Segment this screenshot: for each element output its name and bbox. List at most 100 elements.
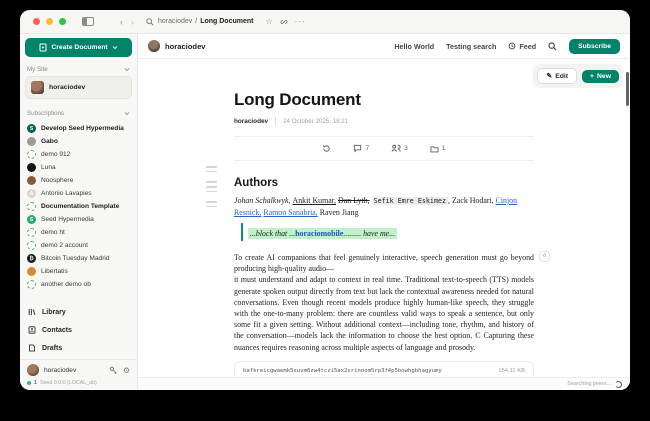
paragraph-text: To create AI companions that feel genuin… <box>234 253 534 273</box>
site-avatar-icon: ₿ <box>27 254 36 263</box>
byline: horaciodev 24 October 2025, 18:21 <box>234 117 534 126</box>
sidebar-item-develop-seed-hypermedia[interactable]: S Develop Seed Hypermedia <box>25 122 132 135</box>
sidebar-item-seed-hypermedia[interactable]: S Seed Hypermedia <box>25 213 132 226</box>
sidebar-item-demo-912[interactable]: demo 912 <box>25 148 132 161</box>
sidebar-item-demo-ht[interactable]: demo ht <box>25 226 132 239</box>
site-avatar-icon <box>27 267 36 276</box>
directory-count: 1 <box>442 145 446 152</box>
site-identity[interactable]: horaciodev <box>148 40 206 52</box>
sidebar-item-contacts[interactable]: Contacts <box>25 321 132 339</box>
author-dan: Dan Lyth, <box>338 196 370 205</box>
sidebar-item-another-demo-ob[interactable]: another demo ob <box>25 278 132 291</box>
site-avatar-icon <box>27 176 36 185</box>
author-sefik: Sefik Emre Eskimez <box>372 197 448 205</box>
sidebar-item-library[interactable]: Library <box>25 303 132 321</box>
subscriptions-label: Subscriptions <box>27 110 64 117</box>
edit-button[interactable]: ✎ Edit <box>537 68 577 84</box>
sidebar-item-my-site[interactable]: horaciodev <box>25 76 132 99</box>
list-item-label: Gabo <box>41 138 58 145</box>
copy-link-icon[interactable] <box>280 18 288 26</box>
peer-count: 1 <box>34 380 37 386</box>
back-button[interactable]: ‹ <box>120 17 123 27</box>
search-icon[interactable] <box>548 42 557 51</box>
forward-button[interactable]: › <box>131 17 134 27</box>
breadcrumb-site[interactable]: horaciodev <box>158 18 192 25</box>
sidebar-toggle-icon[interactable] <box>82 17 94 26</box>
author-johan: Johan Schalkwyk, <box>234 196 293 205</box>
sidebar-item-bitcoin-tuesday-madrid[interactable]: ₿ Bitcoin Tuesday Madrid <box>25 252 132 265</box>
zoom-window-button[interactable] <box>59 18 66 25</box>
sidebar-item-noosphere[interactable]: Noosphere <box>25 174 132 187</box>
sidebar-item-demo-2-account[interactable]: demo 2 account <box>25 239 132 252</box>
my-site-label: My Site <box>27 66 48 73</box>
breadcrumb: horaciodev / Long Document <box>158 18 253 25</box>
nav-link-testing-search[interactable]: Testing search <box>446 42 496 51</box>
sidebar-item-libertatis[interactable]: Libertatis <box>25 265 132 278</box>
subscriptions-section[interactable]: Subscriptions <box>27 110 130 117</box>
quote-text: have me... <box>361 229 395 238</box>
feed-icon <box>508 42 516 50</box>
my-site-section[interactable]: My Site <box>27 66 130 73</box>
nav-link-feed[interactable]: Feed <box>508 42 536 51</box>
nav-link-hello-world[interactable]: Hello World <box>394 42 434 51</box>
mention-link-horaciomobile[interactable]: horaciomobile <box>295 229 343 238</box>
document-meta-row: 7 3 1 <box>234 136 534 161</box>
history-icon <box>322 144 331 153</box>
chevron-down-icon <box>124 67 130 72</box>
window-controls <box>33 18 66 25</box>
author-name[interactable]: horaciodev <box>234 118 268 125</box>
list-item-label: Develop Seed Hypermedia <box>41 125 124 132</box>
app-window: ‹ › horaciodev / Long Document ☆ ··· Cre… <box>20 10 630 390</box>
create-document-label: Create Document <box>51 44 107 51</box>
location-bar[interactable]: horaciodev / Long Document <box>146 18 253 26</box>
library-icon <box>28 308 36 316</box>
document-scroll-area[interactable]: ✎ Edit + New Long Document horaciodev <box>138 59 630 377</box>
new-button[interactable]: + New <box>582 70 619 83</box>
plus-icon: + <box>590 73 594 80</box>
sidebar-item-gabo[interactable]: Gabo <box>25 135 132 148</box>
site-name: horaciodev <box>165 42 206 51</box>
online-status-icon <box>27 381 31 385</box>
daemon-status: 1 Seed 0.0.0 (LOCAL_ab) <box>25 380 132 390</box>
divider <box>275 117 276 126</box>
close-window-button[interactable] <box>33 18 40 25</box>
main-panel: horaciodev Hello World Testing search Fe… <box>138 34 630 390</box>
comments-button[interactable]: 7 <box>353 144 369 153</box>
directory-button[interactable]: 1 <box>430 144 446 153</box>
favorite-star-icon[interactable]: ☆ <box>265 18 272 26</box>
author-ramon-link[interactable]: Ramon Sanabria, <box>263 208 317 217</box>
block-drag-handles[interactable] <box>206 166 217 207</box>
collaborators-button[interactable]: 3 <box>391 144 408 153</box>
sidebar-item-drafts[interactable]: Drafts <box>25 339 132 357</box>
account-footer[interactable]: horaciodev ⚙ <box>20 359 137 380</box>
site-avatar-icon <box>27 241 36 250</box>
contacts-icon <box>28 326 36 334</box>
list-item-label: Noosphere <box>41 177 73 184</box>
site-avatar-icon: A <box>27 189 36 198</box>
version-history-button[interactable] <box>322 144 331 153</box>
breadcrumb-document[interactable]: Long Document <box>200 18 253 25</box>
minimize-window-button[interactable] <box>46 18 53 25</box>
gear-icon[interactable]: ⚙ <box>123 366 130 375</box>
subscribe-button[interactable]: Subscribe <box>569 39 620 54</box>
sidebar-item-luna[interactable]: Luna <box>25 161 132 174</box>
scrollbar-thumb[interactable] <box>626 72 629 106</box>
site-avatar-icon: S <box>27 124 36 133</box>
list-item-label: demo ht <box>41 229 65 236</box>
key-icon[interactable] <box>109 366 118 375</box>
avatar <box>27 364 39 376</box>
drafts-label: Drafts <box>42 345 62 352</box>
list-item-label: Seed Hypermedia <box>41 216 94 223</box>
more-options-icon[interactable]: ··· <box>295 17 306 26</box>
sidebar-item-documentation-template[interactable]: Documentation Template <box>25 200 132 213</box>
avatar <box>31 81 44 94</box>
create-document-button[interactable]: Create Document <box>25 38 132 57</box>
account-name: horaciodev <box>44 367 104 374</box>
comment-icon <box>353 144 362 153</box>
sidebar-item-antonio-lavapies[interactable]: A Antonio Lavapies <box>25 187 132 200</box>
comment-count-badge[interactable]: 6 <box>539 251 550 262</box>
site-avatar-icon <box>27 202 36 211</box>
drafts-icon <box>28 344 36 352</box>
site-header: horaciodev Hello World Testing search Fe… <box>138 34 630 59</box>
attachment-row[interactable]: bafkreicgwaemk5suvm6zw4tczi5ax2xrinoom5r… <box>234 361 534 377</box>
